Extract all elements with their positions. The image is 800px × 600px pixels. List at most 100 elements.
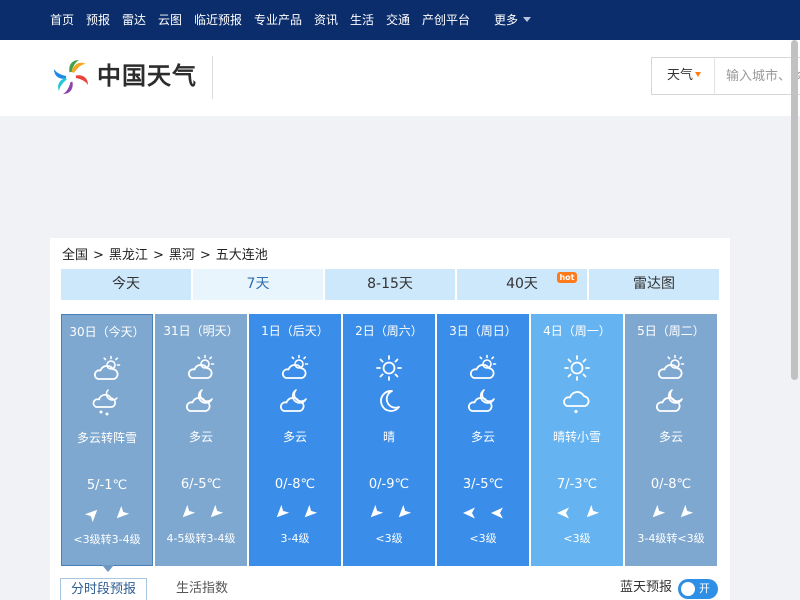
day-weather: 多云 <box>470 430 495 444</box>
search-type-label: 天气 <box>667 68 694 83</box>
southwest-wind-icon <box>210 504 224 518</box>
breadcrumb: 全国 > 黑龙江 > 黑河 > 五大连池 <box>62 248 268 264</box>
day-temperature: 7/-3℃ <box>556 477 598 492</box>
breadcrumb-item-city[interactable]: 黑河 <box>169 248 195 263</box>
day-card[interactable]: 3日（周日） 多云 3/-5℃ <3级 <box>437 314 529 566</box>
partly-cloudy-night-icon <box>625 387 717 415</box>
day-weather: 晴 <box>382 430 395 444</box>
west-wind-icon <box>557 507 569 519</box>
partly-cloudy-day-icon <box>437 354 529 382</box>
snow-cloud-icon <box>531 387 623 415</box>
west-wind-icon <box>463 507 475 519</box>
partly-cloudy-night-icon <box>155 387 247 415</box>
breadcrumb-item-province[interactable]: 黑龙江 <box>109 248 148 263</box>
toggle-knob <box>681 582 695 596</box>
day-weather: 多云 <box>658 430 683 444</box>
top-nav: 首页 预报 雷达 云图 临近预报 专业产品 资讯 生活 交通 产创平台 更多 <box>0 0 800 40</box>
nav-item-forecast[interactable]: 预报 <box>86 12 110 28</box>
partly-cloudy-night-icon <box>249 387 341 415</box>
day-weather: 多云 <box>282 430 307 444</box>
day-date: 30日（今天） <box>69 325 145 339</box>
nav-item-radar[interactable]: 雷达 <box>122 12 146 28</box>
day-weather: 多云 <box>188 430 213 444</box>
day-temperature: 0/-9℃ <box>368 477 410 492</box>
southwest-wind-icon <box>276 504 290 518</box>
day-date: 31日（明天） <box>163 324 239 338</box>
breadcrumb-item-country[interactable]: 全国 <box>62 248 88 263</box>
nav-item-cloud[interactable]: 云图 <box>158 12 182 28</box>
nav-item-nowcast[interactable]: 临近预报 <box>194 12 242 28</box>
nav-item-news[interactable]: 资讯 <box>314 12 338 28</box>
day-card[interactable]: 2日（周六） 晴 0/-9℃ <3级 <box>343 314 435 566</box>
tab-today[interactable]: 今天 <box>61 269 191 300</box>
day-weather: 晴转小雪 <box>552 430 601 444</box>
day-card[interactable]: 31日（明天） 多云 6/-5℃ 4-5级转3-4级 <box>155 314 247 566</box>
selected-pointer <box>102 565 114 572</box>
tab-life-index[interactable]: 生活指数 <box>176 578 228 600</box>
day-card[interactable]: 4日（周一） 晴转小雪 7/-3℃ <3级 <box>531 314 623 566</box>
day-wind-level: 3-4级转<3级 <box>637 532 705 545</box>
site-header: 中国天气 天气 <box>0 40 800 116</box>
day-date: 4日（周一） <box>543 324 611 338</box>
day-wind-level: 4-5级转3-4级 <box>166 532 236 545</box>
southwest-wind-icon <box>398 504 412 518</box>
bluesky-forecast-label: 蓝天预报 <box>620 580 673 595</box>
day-temperature: 5/-1℃ <box>86 478 128 493</box>
day-wind-direction <box>62 505 152 523</box>
search-box: 天气 <box>651 57 800 95</box>
tab-40-days-label: 40天 <box>506 276 538 292</box>
day-wind-level: 3-4级 <box>280 532 310 545</box>
tab-8-15-days[interactable]: 8-15天 <box>325 269 455 300</box>
day-wind-direction <box>437 505 529 521</box>
day-weather: 多云转阵雪 <box>76 431 137 445</box>
day-card[interactable]: 5日（周二） 多云 0/-8℃ 3-4级转<3级 <box>625 314 717 566</box>
day-wind-direction <box>625 504 717 521</box>
logo-icon[interactable] <box>50 56 92 98</box>
logo-text[interactable]: 中国天气 <box>97 60 197 92</box>
tab-hourly-forecast[interactable]: 分时段预报 <box>60 578 148 600</box>
southwest-wind-icon <box>370 504 384 518</box>
day-wind-level: <3级 <box>469 532 497 545</box>
tab-radar[interactable]: 雷达图 <box>589 269 719 300</box>
partly-cloudy-day-icon <box>249 354 341 382</box>
nav-item-more[interactable]: 更多 <box>494 12 532 28</box>
southwest-wind-icon <box>116 505 130 519</box>
nav-item-platform[interactable]: 产创平台 <box>422 12 470 28</box>
day-date: 2日（周六） <box>355 324 423 338</box>
day-card[interactable]: 30日（今天） 多云转阵雪 5/-1℃ <3级转3-4级 <box>61 314 153 572</box>
forecast-panel: 全国 > 黑龙江 > 黑河 > 五大连池 今天 7天 8-15天 40天 hot 雷达图 3… <box>50 238 730 600</box>
southwest-wind-icon <box>182 504 196 518</box>
west-wind-icon <box>491 507 503 519</box>
day-wind-level: <3级 <box>375 532 403 545</box>
sun-icon <box>343 354 435 382</box>
day-card[interactable]: 1日（后天） 多云 0/-8℃ 3-4级 <box>249 314 341 566</box>
day-wind-direction <box>249 504 341 521</box>
day-temperature: 6/-5℃ <box>180 477 222 492</box>
day-list: 30日（今天） 多云转阵雪 5/-1℃ <3级转3-4级 31日（明天） 多云 6/-5℃ 4… <box>61 314 719 572</box>
day-wind-direction <box>531 504 623 521</box>
search-type-select[interactable]: 天气 <box>652 58 715 94</box>
breadcrumb-separator: > <box>199 248 211 263</box>
partly-cloudy-day-icon <box>625 354 717 382</box>
day-date: 5日（周二） <box>637 324 705 338</box>
nav-item-products[interactable]: 专业产品 <box>254 12 302 28</box>
breadcrumb-separator: > <box>152 248 164 263</box>
day-wind-level: <3级 <box>563 532 591 545</box>
bluesky-toggle[interactable]: 开 <box>678 579 718 599</box>
partly-cloudy-day-icon <box>62 355 152 383</box>
caret-down-icon <box>695 72 702 77</box>
vertical-scrollbar[interactable] <box>791 40 798 380</box>
nav-more-label: 更多 <box>494 13 519 27</box>
day-temperature: 3/-5℃ <box>462 477 504 492</box>
tab-7-days[interactable]: 7天 <box>193 269 323 300</box>
nav-item-life[interactable]: 生活 <box>350 12 374 28</box>
caret-down-icon <box>523 17 532 22</box>
toggle-text: 开 <box>699 582 710 595</box>
southwest-wind-icon <box>304 504 318 518</box>
nav-item-home[interactable]: 首页 <box>50 12 74 28</box>
hot-badge: hot <box>557 272 577 283</box>
forecast-tabs: 今天 7天 8-15天 40天 hot 雷达图 <box>61 269 721 300</box>
nav-item-traffic[interactable]: 交通 <box>386 12 410 28</box>
search-input[interactable] <box>716 58 800 94</box>
day-wind-direction <box>155 504 247 521</box>
